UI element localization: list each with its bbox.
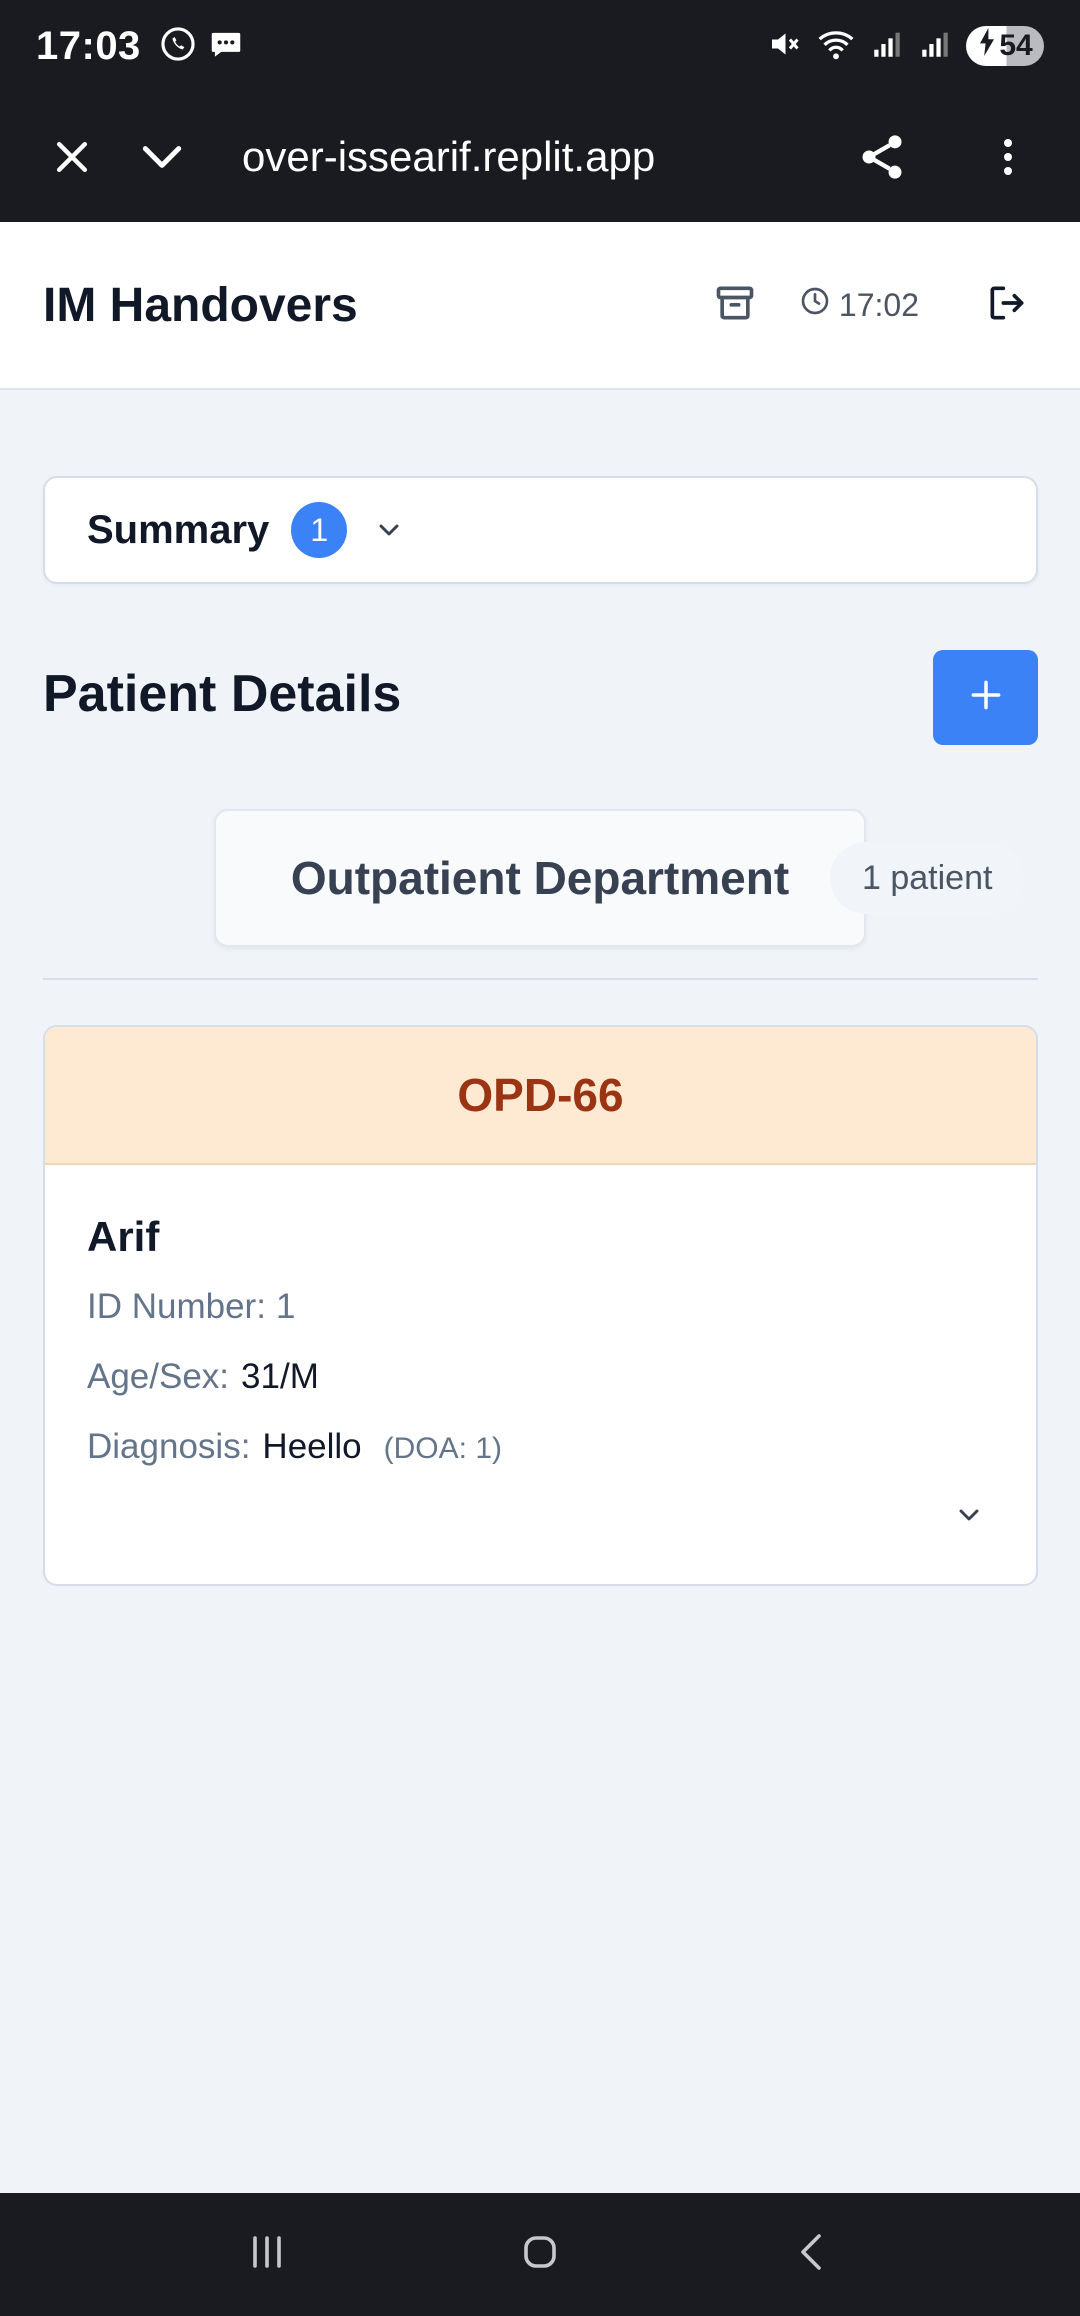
- last-updated-time: 17:02: [838, 286, 919, 323]
- bed-header: OPD-66: [45, 1027, 1036, 1165]
- wifi-icon: [816, 26, 856, 67]
- back-button[interactable]: [773, 2215, 853, 2295]
- expand-patient-button[interactable]: [944, 1492, 994, 1542]
- id-value: 1: [275, 1287, 296, 1326]
- url-bar[interactable]: over-issearif.replit.app: [242, 133, 702, 181]
- browser-actions: [846, 121, 1044, 193]
- diagnosis-label: Diagnosis:: [87, 1427, 251, 1466]
- tab-outpatient-department[interactable]: Outpatient Department: [214, 809, 866, 947]
- battery-indicator: 54: [966, 26, 1044, 66]
- chat-bubble-icon: [207, 25, 245, 68]
- patient-agesex-line: Age/Sex: 31/M: [87, 1357, 994, 1397]
- clock-icon: [799, 285, 831, 325]
- chevron-down-icon: [373, 514, 405, 546]
- divider: [43, 978, 1038, 980]
- plus-icon: [967, 676, 1005, 719]
- home-icon: [516, 2228, 564, 2281]
- chevron-down-icon[interactable]: [126, 121, 198, 193]
- system-nav-bar: [0, 2193, 1080, 2316]
- screen: 17:03 54 over-issearif.replit.app IM Han…: [0, 0, 1080, 2316]
- section-title: Patient Details: [43, 665, 402, 723]
- id-label: ID Number:: [87, 1287, 266, 1326]
- patient-card[interactable]: OPD-66 Arif ID Number: 1 Age/Sex: 31/M D…: [43, 1025, 1038, 1586]
- logout-button[interactable]: [977, 275, 1037, 335]
- diagnosis-value: Heello: [262, 1427, 362, 1466]
- archive-icon: [713, 281, 757, 330]
- signal-icon: [870, 27, 904, 66]
- chevron-down-icon: [953, 1499, 985, 1536]
- more-vertical-icon[interactable]: [972, 121, 1044, 193]
- logout-icon: [985, 281, 1029, 330]
- share-icon[interactable]: [846, 121, 918, 193]
- patient-body: Arif ID Number: 1 Age/Sex: 31/M Diagnosi…: [45, 1165, 1036, 1467]
- signal-icon: [918, 27, 952, 66]
- last-updated: 17:02: [799, 285, 919, 325]
- archive-button[interactable]: [705, 275, 765, 335]
- viber-icon: [159, 25, 197, 68]
- back-icon: [789, 2228, 837, 2281]
- status-notification-icons: [159, 25, 245, 68]
- close-icon[interactable]: [36, 121, 108, 193]
- patient-name: Arif: [87, 1213, 160, 1260]
- agesex-label: Age/Sex:: [87, 1357, 230, 1396]
- battery-charging-icon: [977, 28, 997, 64]
- recent-apps-button[interactable]: [227, 2215, 307, 2295]
- browser-toolbar: over-issearif.replit.app: [0, 92, 1080, 222]
- department-name: Outpatient Department: [290, 852, 790, 904]
- summary-label: Summary: [87, 507, 270, 552]
- home-button[interactable]: [500, 2215, 580, 2295]
- patient-diagnosis-line: Diagnosis: Heello (DOA: 1): [87, 1427, 994, 1467]
- recent-apps-icon: [243, 2228, 291, 2281]
- status-system-icons: 54: [766, 26, 1044, 67]
- add-patient-button[interactable]: [933, 650, 1038, 745]
- status-bar: 17:03 54: [0, 0, 1080, 92]
- battery-level: 54: [999, 29, 1033, 62]
- patient-id-line: ID Number: 1: [87, 1287, 994, 1327]
- department-patient-count: 1 patient: [830, 842, 1025, 914]
- status-time: 17:03: [36, 23, 141, 68]
- header-actions: 17:02: [705, 275, 1037, 335]
- doa-value: (DOA: 1): [383, 1432, 503, 1465]
- app-header: IM Handovers 17:02: [0, 222, 1080, 390]
- summary-toggle[interactable]: Summary 1: [43, 476, 1038, 584]
- bed-label: OPD-66: [457, 1069, 624, 1121]
- mute-icon: [766, 26, 802, 67]
- app-title: IM Handovers: [43, 278, 358, 332]
- agesex-value: 31/M: [241, 1357, 319, 1396]
- summary-count-badge: 1: [291, 502, 348, 558]
